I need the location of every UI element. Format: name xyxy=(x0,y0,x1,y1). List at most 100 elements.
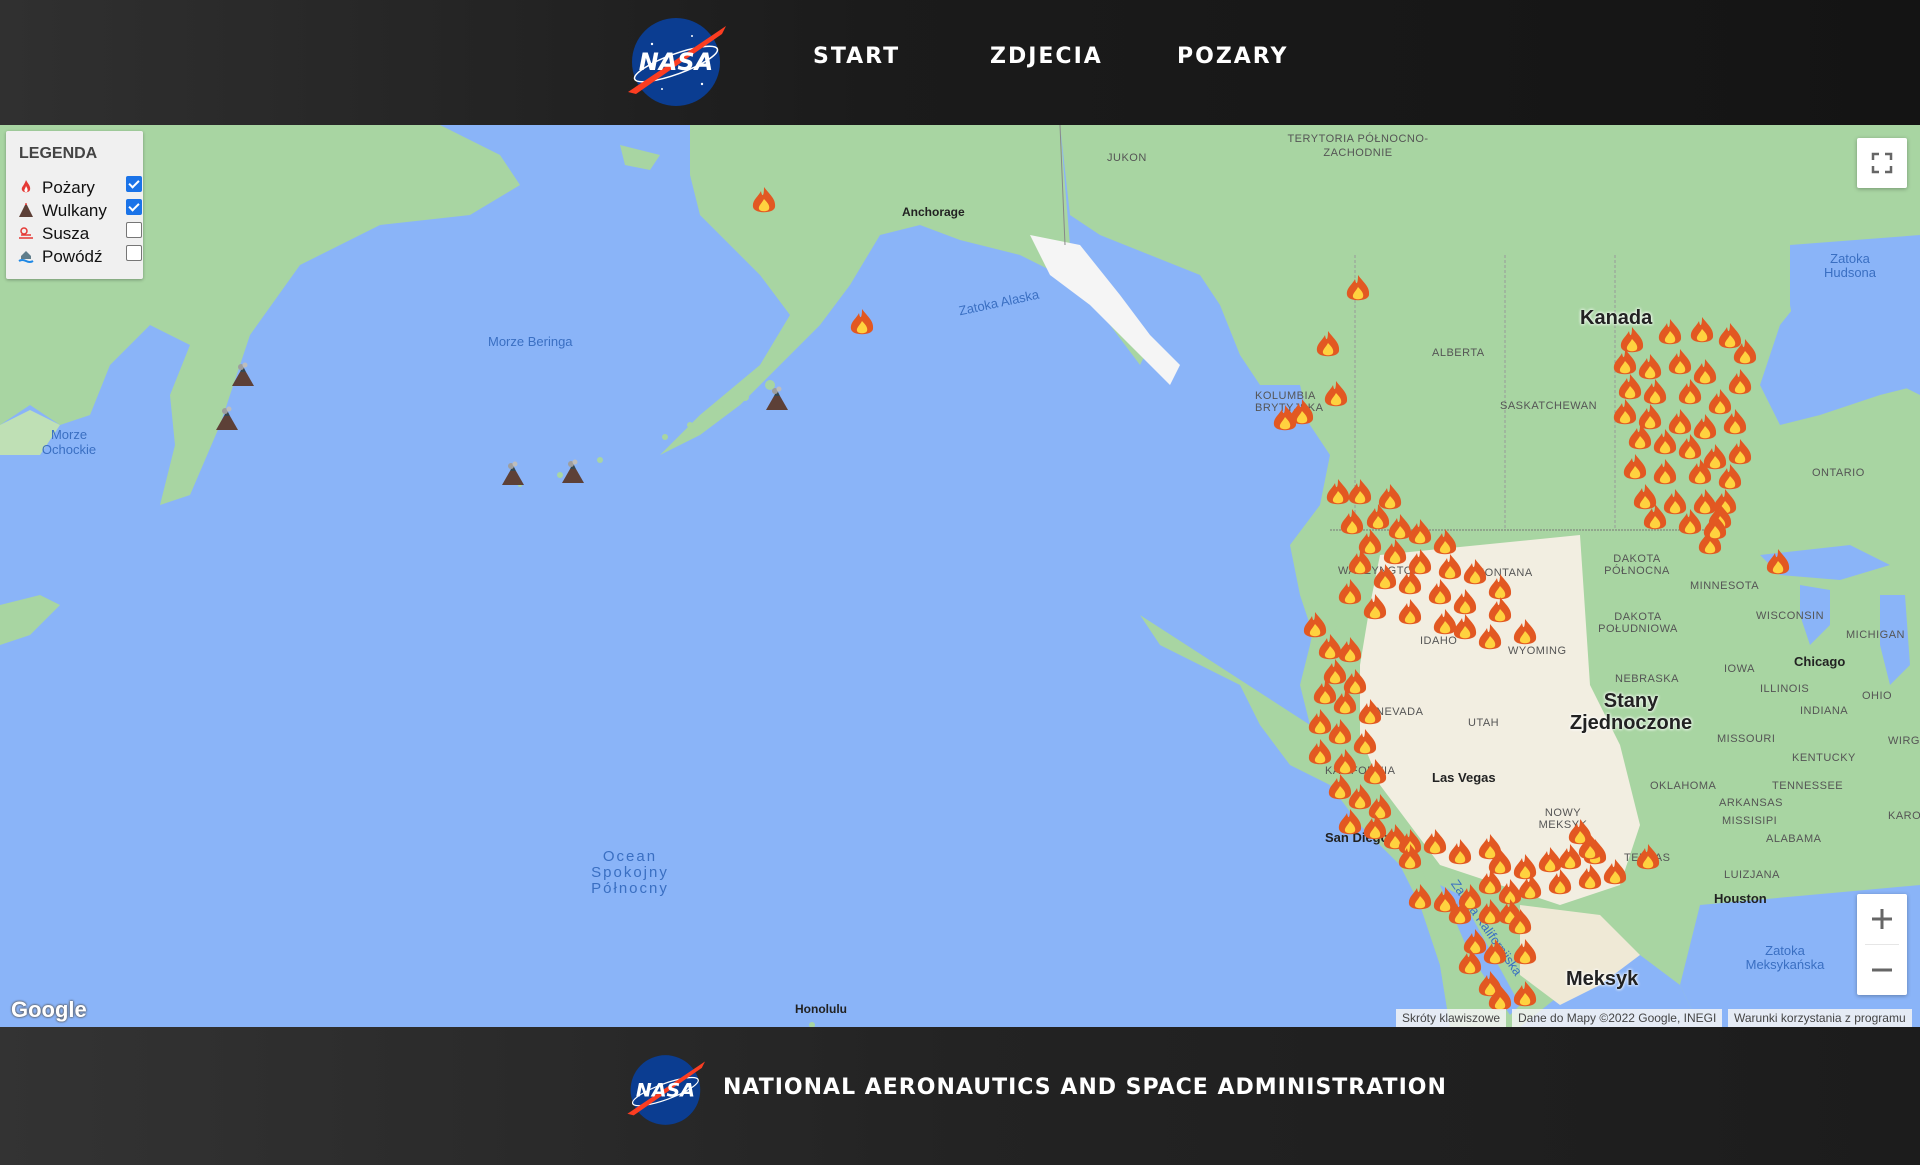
fire-marker[interactable] xyxy=(1663,489,1687,515)
fire-marker[interactable] xyxy=(1513,981,1537,1007)
keyboard-shortcuts-link[interactable]: Skróty klawiszowe xyxy=(1396,1009,1507,1027)
fire-marker[interactable] xyxy=(1378,484,1402,510)
fire-marker[interactable] xyxy=(1620,327,1644,353)
nav-pozary[interactable]: POZARY xyxy=(1177,44,1288,69)
fire-marker[interactable] xyxy=(1363,759,1387,785)
volcano-marker[interactable] xyxy=(766,386,788,411)
fire-marker[interactable] xyxy=(1368,794,1392,820)
fire-marker[interactable] xyxy=(1398,599,1422,625)
fire-marker[interactable] xyxy=(1513,939,1537,965)
fire-marker[interactable] xyxy=(1668,349,1692,375)
fire-marker[interactable] xyxy=(1316,331,1340,357)
legend-item-volcanoes[interactable]: Wulkany xyxy=(18,199,142,221)
fire-marker[interactable] xyxy=(1703,444,1727,470)
fire-marker[interactable] xyxy=(1693,414,1717,440)
fire-marker[interactable] xyxy=(1318,634,1342,660)
map-canvas[interactable]: TERYTORIA PÓŁNOCNO-ZACHODNIE JUKON ALBER… xyxy=(0,125,1920,1027)
fire-marker[interactable] xyxy=(1693,359,1717,385)
fire-marker[interactable] xyxy=(1718,323,1742,349)
volcano-marker[interactable] xyxy=(232,362,254,387)
fire-marker[interactable] xyxy=(1448,839,1472,865)
fire-marker[interactable] xyxy=(1290,399,1314,425)
fire-marker[interactable] xyxy=(1428,579,1452,605)
fire-marker[interactable] xyxy=(1408,519,1432,545)
fire-marker[interactable] xyxy=(1308,709,1332,735)
fire-marker[interactable] xyxy=(1348,784,1372,810)
fire-marker[interactable] xyxy=(1324,381,1348,407)
fire-marker[interactable] xyxy=(1338,809,1362,835)
fire-marker[interactable] xyxy=(1653,459,1677,485)
fire-marker[interactable] xyxy=(1513,619,1537,645)
fire-marker[interactable] xyxy=(1568,819,1592,845)
fire-marker[interactable] xyxy=(1613,349,1637,375)
fire-marker[interactable] xyxy=(1668,409,1692,435)
fire-marker[interactable] xyxy=(1636,844,1660,870)
fire-marker[interactable] xyxy=(1463,929,1487,955)
fire-marker[interactable] xyxy=(1633,484,1657,510)
fire-marker[interactable] xyxy=(1578,864,1602,890)
fire-marker[interactable] xyxy=(1708,389,1732,415)
legend-item-fires[interactable]: Pożary xyxy=(18,176,142,198)
fire-marker[interactable] xyxy=(1513,854,1537,880)
fire-marker[interactable] xyxy=(1488,597,1512,623)
fire-marker[interactable] xyxy=(1348,479,1372,505)
fire-marker[interactable] xyxy=(1690,317,1714,343)
fire-marker[interactable] xyxy=(1358,699,1382,725)
fire-marker[interactable] xyxy=(1353,729,1377,755)
fire-marker[interactable] xyxy=(1433,887,1457,913)
fire-marker[interactable] xyxy=(1483,939,1507,965)
fire-marker[interactable] xyxy=(1478,624,1502,650)
fire-marker[interactable] xyxy=(1488,574,1512,600)
flood-checkbox[interactable] xyxy=(126,245,142,261)
fire-marker[interactable] xyxy=(752,187,776,213)
fire-marker[interactable] xyxy=(1338,579,1362,605)
fire-marker[interactable] xyxy=(1478,899,1502,925)
volcano-marker[interactable] xyxy=(216,406,238,431)
fire-marker[interactable] xyxy=(1548,869,1572,895)
fire-marker[interactable] xyxy=(1618,374,1642,400)
fire-marker[interactable] xyxy=(1408,884,1432,910)
zoom-in-button[interactable] xyxy=(1857,894,1907,944)
fire-marker[interactable] xyxy=(1693,489,1717,515)
drought-checkbox[interactable] xyxy=(126,222,142,238)
fire-marker[interactable] xyxy=(1453,589,1477,615)
fire-marker[interactable] xyxy=(1358,529,1382,555)
fire-marker[interactable] xyxy=(1478,834,1502,860)
fire-marker[interactable] xyxy=(1333,749,1357,775)
fire-marker[interactable] xyxy=(1638,404,1662,430)
fire-marker[interactable] xyxy=(1328,719,1352,745)
fire-marker[interactable] xyxy=(1423,829,1447,855)
fire-marker[interactable] xyxy=(1643,379,1667,405)
fire-marker[interactable] xyxy=(1766,549,1790,575)
fire-marker[interactable] xyxy=(1338,637,1362,663)
terms-link[interactable]: Warunki korzystania z programu xyxy=(1728,1009,1912,1027)
fire-marker[interactable] xyxy=(1463,559,1487,585)
fire-marker[interactable] xyxy=(850,309,874,335)
fire-marker[interactable] xyxy=(1323,659,1347,685)
fires-checkbox[interactable] xyxy=(126,176,142,192)
google-logo[interactable]: Google xyxy=(11,997,87,1023)
fire-marker[interactable] xyxy=(1388,514,1412,540)
fire-marker[interactable] xyxy=(1658,319,1682,345)
zoom-out-button[interactable] xyxy=(1857,945,1907,995)
fire-marker[interactable] xyxy=(1438,554,1462,580)
nav-zdjecia[interactable]: ZDJECIA xyxy=(990,44,1103,69)
fire-marker[interactable] xyxy=(1638,354,1662,380)
fire-marker[interactable] xyxy=(1558,844,1582,870)
volcanoes-checkbox[interactable] xyxy=(126,199,142,215)
nasa-logo[interactable]: NASA xyxy=(622,14,734,110)
fire-marker[interactable] xyxy=(1603,859,1627,885)
fire-marker[interactable] xyxy=(1728,369,1752,395)
fire-marker[interactable] xyxy=(1613,399,1637,425)
nav-start[interactable]: START xyxy=(813,44,900,69)
fire-marker[interactable] xyxy=(1328,774,1352,800)
fire-marker[interactable] xyxy=(1346,275,1370,301)
fire-marker[interactable] xyxy=(1433,529,1457,555)
volcano-marker[interactable] xyxy=(502,461,524,486)
fire-marker[interactable] xyxy=(1303,612,1327,638)
fire-marker[interactable] xyxy=(1343,669,1367,695)
legend-item-flood[interactable]: Powódź xyxy=(18,245,142,267)
fire-marker[interactable] xyxy=(1326,479,1350,505)
fire-marker[interactable] xyxy=(1623,454,1647,480)
fire-marker[interactable] xyxy=(1383,539,1407,565)
